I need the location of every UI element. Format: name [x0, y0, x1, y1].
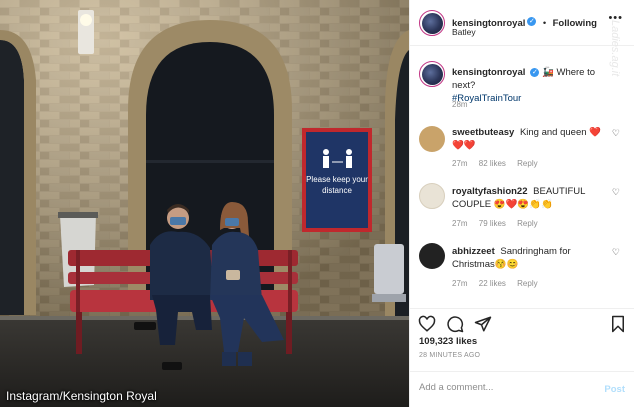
- photo-illustration: [0, 0, 409, 407]
- comment-username[interactable]: abhizzeet: [452, 246, 495, 257]
- bookmark-icon[interactable]: [609, 315, 627, 333]
- comment-like-icon[interactable]: ♡: [612, 247, 620, 258]
- caption-meta: 28m: [452, 100, 477, 109]
- comment-icon[interactable]: [446, 315, 464, 333]
- comment-age: 27m: [452, 219, 468, 228]
- verified-icon: ✓: [530, 67, 540, 77]
- verified-icon: ✓: [527, 17, 537, 27]
- comment-meta: 27m 82 likes Reply: [452, 159, 547, 168]
- share-icon[interactable]: [474, 315, 492, 333]
- caption-avatar[interactable]: [419, 61, 445, 87]
- reply-button[interactable]: Reply: [517, 279, 537, 288]
- reply-button[interactable]: Reply: [517, 159, 537, 168]
- action-bar: [410, 308, 634, 336]
- comment-username[interactable]: royaltyfashion22: [452, 186, 528, 197]
- comment-meta: 27m 22 likes Reply: [452, 279, 547, 288]
- comment-avatar[interactable]: [419, 183, 445, 209]
- likes-count[interactable]: 109,323 likes: [419, 336, 477, 347]
- caption-age: 28m: [452, 100, 468, 109]
- comment-age: 27m: [452, 279, 468, 288]
- comment-item: abhizzeet Sandringham for Christmas😚😊: [452, 245, 612, 271]
- posted-time[interactable]: 28 MINUTES AGO: [419, 352, 480, 359]
- caption-username[interactable]: kensingtonroyal: [452, 67, 525, 78]
- header-separator: •: [542, 18, 547, 29]
- location-link[interactable]: Batley: [452, 27, 476, 37]
- comment-item: royaltyfashion22 BEAUTIFUL COUPLE 😍❤️😍👏👏: [452, 185, 612, 211]
- comment-item: sweetbuteasy King and queen ❤️❤️❤️: [452, 126, 612, 152]
- comment-likes[interactable]: 82 likes: [479, 159, 506, 168]
- photo-credit: Instagram/Kensington Royal: [6, 389, 157, 403]
- reply-button[interactable]: Reply: [517, 219, 537, 228]
- post-button[interactable]: Post: [604, 384, 625, 395]
- comment-like-icon[interactable]: ♡: [612, 187, 620, 198]
- heart-icon[interactable]: [418, 315, 436, 333]
- post-photo[interactable]: Please keep your distance Instagram/Kens…: [0, 0, 409, 407]
- avatar[interactable]: [419, 10, 445, 36]
- distance-sign-text: Please keep your distance: [306, 175, 368, 195]
- comment-username[interactable]: sweetbuteasy: [452, 127, 514, 138]
- post-side-panel: kensingtonroyal ✓ • Following Batley ••• …: [409, 0, 634, 407]
- comment-likes[interactable]: 22 likes: [479, 279, 506, 288]
- add-comment-bar: Post: [410, 371, 634, 407]
- add-comment-input[interactable]: [419, 382, 589, 393]
- comment-avatar[interactable]: [419, 126, 445, 152]
- comment-meta: 27m 79 likes Reply: [452, 219, 547, 228]
- comment-likes[interactable]: 79 likes: [479, 219, 506, 228]
- post-header: kensingtonroyal ✓ • Following Batley •••: [410, 0, 634, 46]
- comment-age: 27m: [452, 159, 468, 168]
- following-button[interactable]: Following: [553, 18, 597, 29]
- comment-like-icon[interactable]: ♡: [612, 128, 620, 139]
- comment-avatar[interactable]: [419, 243, 445, 269]
